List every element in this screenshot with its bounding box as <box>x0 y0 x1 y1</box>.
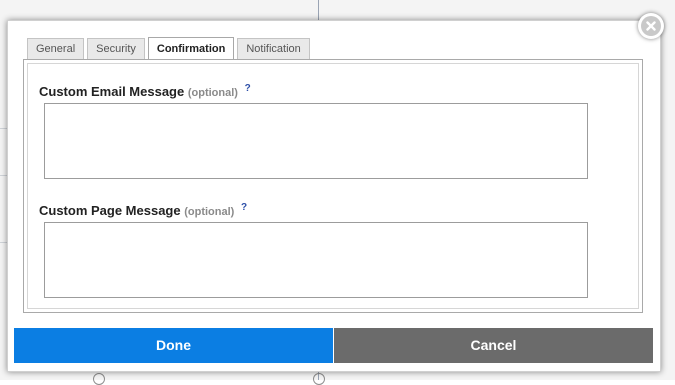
email-help-icon[interactable]: ? <box>245 83 251 94</box>
close-icon <box>646 21 656 31</box>
custom-email-message-input[interactable] <box>44 103 588 179</box>
background-divider <box>0 128 7 129</box>
tab-notification[interactable]: Notification <box>237 38 310 59</box>
background-radio-icon <box>313 373 325 385</box>
page-message-label: Custom Page Message (optional) ? <box>39 202 247 218</box>
close-button-circle <box>641 16 661 36</box>
background-radio-icon <box>93 373 105 385</box>
background-divider <box>0 242 7 243</box>
page-help-icon[interactable]: ? <box>241 202 247 213</box>
cancel-button[interactable]: Cancel <box>334 328 653 363</box>
email-message-label: Custom Email Message (optional) ? <box>39 83 251 99</box>
email-optional-hint: (optional) <box>187 87 238 99</box>
done-button[interactable]: Done <box>14 328 333 363</box>
page-optional-hint: (optional) <box>184 206 235 218</box>
dialog-tabs: General Security Confirmation Notificati… <box>27 37 313 60</box>
close-button[interactable] <box>638 13 664 39</box>
tab-general[interactable]: General <box>27 38 85 59</box>
tab-confirmation[interactable]: Confirmation <box>147 37 235 60</box>
page-message-label-text: Custom Page Message <box>39 203 181 218</box>
background-divider <box>0 175 7 176</box>
custom-page-message-input[interactable] <box>44 222 588 298</box>
email-message-label-text: Custom Email Message <box>39 84 185 99</box>
tab-security[interactable]: Security <box>87 38 145 59</box>
